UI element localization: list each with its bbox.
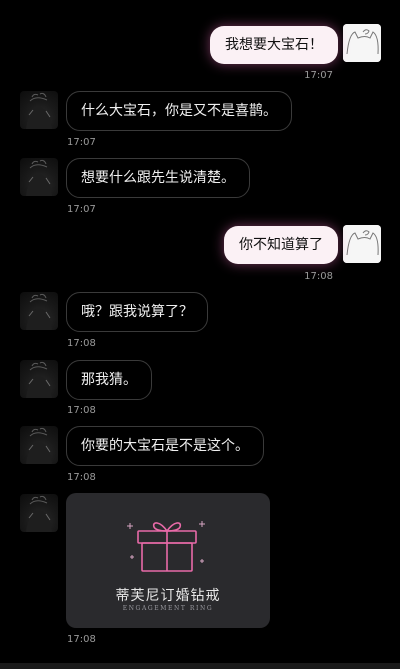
message-bubble-incoming[interactable]: 那我猜。 [66,360,152,400]
person-avatar-icon [26,293,52,330]
gift-card-title: 蒂芙尼订婚钻戒 [115,588,221,604]
message-time: 17:07 [67,137,96,148]
message-time: 17:08 [304,271,333,282]
message-bubble-incoming[interactable]: 哦？跟我说算了？ [66,292,208,332]
my-avatar[interactable] [343,24,381,62]
contact-avatar[interactable] [20,360,58,398]
contact-avatar[interactable] [20,426,58,464]
person-avatar-icon [26,92,52,129]
message-time: 17:08 [67,472,96,483]
contact-avatar[interactable] [20,292,58,330]
message-bubble-incoming[interactable]: 什么大宝石，你是又不是喜鹊。 [66,91,292,131]
message-time: 17:08 [67,338,96,349]
my-avatar[interactable] [343,225,381,263]
message-bubble-incoming[interactable]: 想要什么跟先生说清楚。 [66,158,250,198]
message-bubble-outgoing[interactable]: 我想要大宝石！ [210,26,338,64]
message-time: 17:08 [67,405,96,416]
cat-avatar-icon [343,24,381,62]
message-time: 17:07 [67,204,96,215]
gift-card-subtitle: ENGAGEMENT RING [122,605,214,612]
person-avatar-icon [26,427,52,464]
gift-box-icon [127,521,205,572]
person-avatar-icon [26,159,52,196]
bottom-edge [0,663,400,669]
message-time: 17:07 [304,70,333,81]
person-avatar-icon [26,361,52,398]
message-time: 17:08 [67,634,96,645]
person-avatar-icon [26,495,52,532]
contact-avatar[interactable] [20,158,58,196]
cat-avatar-icon [343,225,381,263]
message-bubble-incoming[interactable]: 你要的大宝石是不是这个。 [66,426,264,466]
contact-avatar[interactable] [20,91,58,129]
contact-avatar[interactable] [20,494,58,532]
message-bubble-outgoing[interactable]: 你不知道算了 [224,226,338,264]
